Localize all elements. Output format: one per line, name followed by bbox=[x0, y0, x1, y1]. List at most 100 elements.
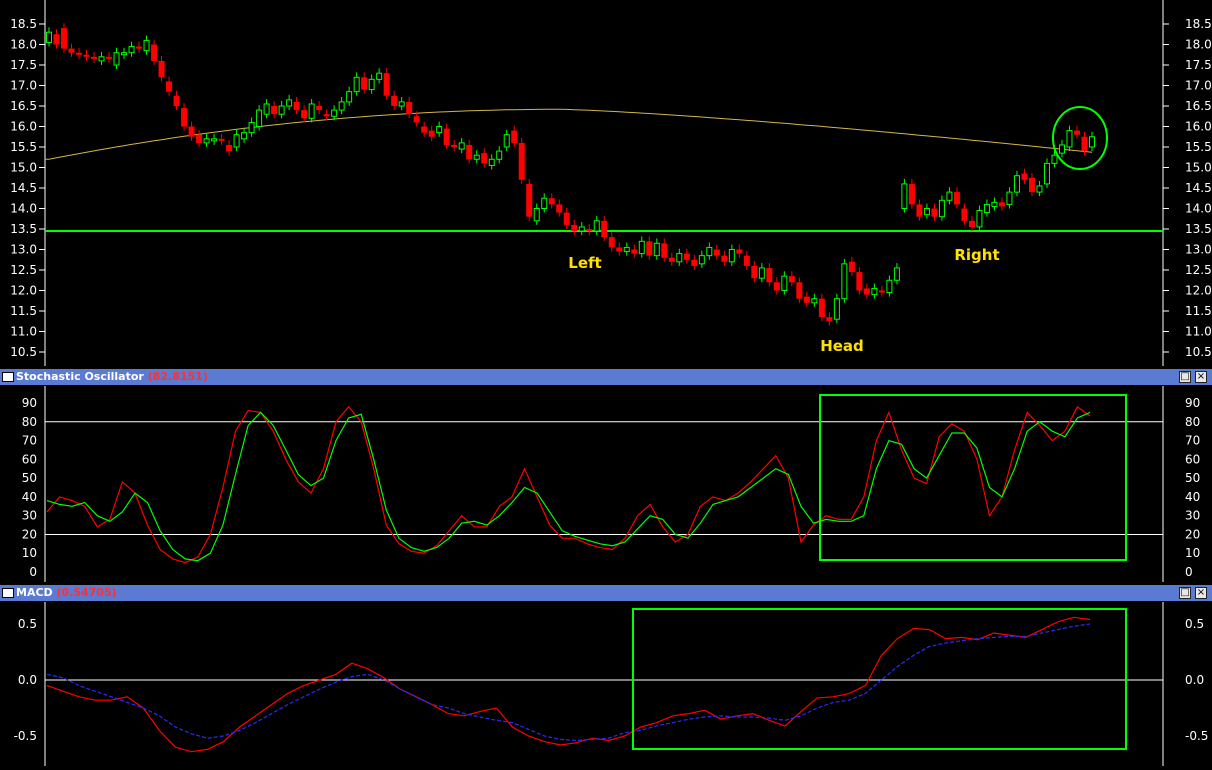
candle-body bbox=[61, 28, 68, 49]
candle-body bbox=[548, 198, 555, 205]
price-tick-left: 16.0 bbox=[10, 120, 37, 134]
candle-body bbox=[976, 210, 983, 228]
candle-body bbox=[443, 128, 450, 145]
macd-tick-left: -0.5 bbox=[14, 729, 37, 743]
stoch-tick-right: 10 bbox=[1185, 546, 1200, 560]
candle-body bbox=[563, 212, 570, 225]
close-button[interactable]: × bbox=[1195, 371, 1207, 383]
stochastic-highlight-box bbox=[819, 394, 1127, 561]
price-tick-left: 13.0 bbox=[10, 243, 37, 257]
price-tick-right: 13.5 bbox=[1185, 222, 1212, 236]
candle-body bbox=[518, 142, 525, 180]
price-tick-left: 11.5 bbox=[10, 304, 37, 318]
macd-tick-left: 0.5 bbox=[18, 617, 37, 631]
price-tick-right: 13.0 bbox=[1185, 243, 1212, 257]
panel-icon bbox=[2, 588, 14, 598]
price-panel: 18.5 18.0 17.5 17.0 16.5 16.0 15.5 15.0 14.5 14.0… bbox=[0, 0, 1212, 368]
macd-titlebar[interactable]: MACD (0.54705) □ × bbox=[0, 585, 1212, 601]
candle-body bbox=[916, 204, 923, 217]
macd-chart: 0.5 0.5 0.0 0.0 -0.5 -0.5 bbox=[14, 602, 1208, 766]
close-button[interactable]: × bbox=[1195, 587, 1207, 599]
candle-body bbox=[1013, 175, 1020, 193]
restore-button[interactable]: □ bbox=[1179, 371, 1191, 383]
candle-body bbox=[796, 282, 803, 299]
stoch-tick-left: 60 bbox=[22, 452, 37, 466]
candle-body bbox=[46, 31, 52, 43]
candle-body bbox=[331, 109, 338, 117]
candle-body bbox=[76, 52, 83, 55]
candle-body bbox=[398, 101, 405, 107]
price-chart: 18.5 18.0 17.5 17.0 16.5 16.0 15.5 15.0 14.5 14.0… bbox=[10, 0, 1212, 366]
candle-body bbox=[631, 249, 638, 254]
candle-body bbox=[676, 253, 683, 263]
candle-body bbox=[706, 246, 713, 257]
candle-body bbox=[571, 224, 578, 232]
candle-body bbox=[203, 138, 210, 144]
series-line bbox=[46, 405, 1091, 564]
candle-body bbox=[488, 158, 495, 166]
price-tick-right: 12.0 bbox=[1185, 284, 1212, 298]
stoch-tick-left: 50 bbox=[22, 471, 37, 485]
candle-body bbox=[278, 105, 285, 115]
series-line bbox=[46, 616, 1091, 753]
candle-body bbox=[638, 240, 645, 255]
candle-body bbox=[481, 153, 488, 164]
candle-body bbox=[166, 81, 173, 92]
candle-body bbox=[893, 267, 900, 281]
candle-body bbox=[316, 106, 323, 111]
candles bbox=[46, 23, 1095, 326]
candle-body bbox=[91, 56, 98, 59]
candle-body bbox=[1051, 154, 1058, 164]
candle-body bbox=[1081, 136, 1088, 152]
candle-body bbox=[713, 249, 720, 256]
restore-button[interactable]: □ bbox=[1179, 587, 1191, 599]
candle-body bbox=[908, 183, 915, 205]
candle-body bbox=[271, 106, 278, 115]
candle-body bbox=[503, 134, 510, 148]
candle-body bbox=[106, 56, 113, 59]
candle-body bbox=[758, 267, 765, 279]
candle-body bbox=[1089, 136, 1095, 148]
stochastic-title: Stochastic Oscillator bbox=[16, 370, 144, 383]
candle-body bbox=[338, 101, 345, 111]
candle-body bbox=[601, 220, 608, 238]
candle-body bbox=[188, 126, 195, 137]
candle-body bbox=[458, 142, 465, 150]
candle-body bbox=[871, 287, 878, 296]
candle-body bbox=[511, 130, 518, 143]
candle-body bbox=[998, 202, 1005, 207]
candle-body bbox=[353, 76, 360, 93]
price-tick-left: 10.5 bbox=[10, 345, 37, 359]
candle-body bbox=[406, 101, 413, 115]
candle-body bbox=[263, 103, 270, 115]
candle-body bbox=[728, 249, 735, 263]
stoch-tick-left: 20 bbox=[22, 527, 37, 541]
candle-body bbox=[863, 288, 870, 295]
candle-body bbox=[98, 56, 105, 62]
price-tick-left: 15.0 bbox=[10, 161, 37, 175]
stoch-tick-left: 0 bbox=[29, 565, 37, 579]
label-left: Left bbox=[568, 254, 601, 272]
candle-body bbox=[1066, 130, 1073, 148]
candle-body bbox=[301, 110, 308, 119]
candle-body bbox=[781, 275, 788, 291]
candle-body bbox=[211, 138, 218, 142]
macd-value: (0.54705) bbox=[56, 586, 117, 599]
candle-body bbox=[811, 298, 818, 304]
candle-body bbox=[361, 77, 368, 90]
candle-body bbox=[616, 247, 623, 252]
stoch-tick-left: 80 bbox=[22, 415, 37, 429]
macd-tick-left: 0.0 bbox=[18, 673, 37, 687]
macd-tick-right: 0.5 bbox=[1185, 617, 1204, 631]
stochastic-titlebar[interactable]: Stochastic Oscillator (82.8151) □ × bbox=[0, 369, 1212, 385]
candle-body bbox=[151, 44, 158, 61]
candle-body bbox=[466, 144, 473, 160]
candle-body bbox=[196, 134, 203, 143]
candle-body bbox=[218, 138, 225, 141]
price-axis-left: 18.5 18.0 17.5 17.0 16.5 16.0 15.5 15.0 14.5 14.0… bbox=[10, 17, 45, 359]
candle-body bbox=[181, 108, 188, 127]
moving-average-line bbox=[45, 108, 1093, 160]
stoch-tick-right: 80 bbox=[1185, 415, 1200, 429]
stoch-tick-right: 40 bbox=[1185, 490, 1200, 504]
price-tick-right: 16.0 bbox=[1185, 120, 1212, 134]
